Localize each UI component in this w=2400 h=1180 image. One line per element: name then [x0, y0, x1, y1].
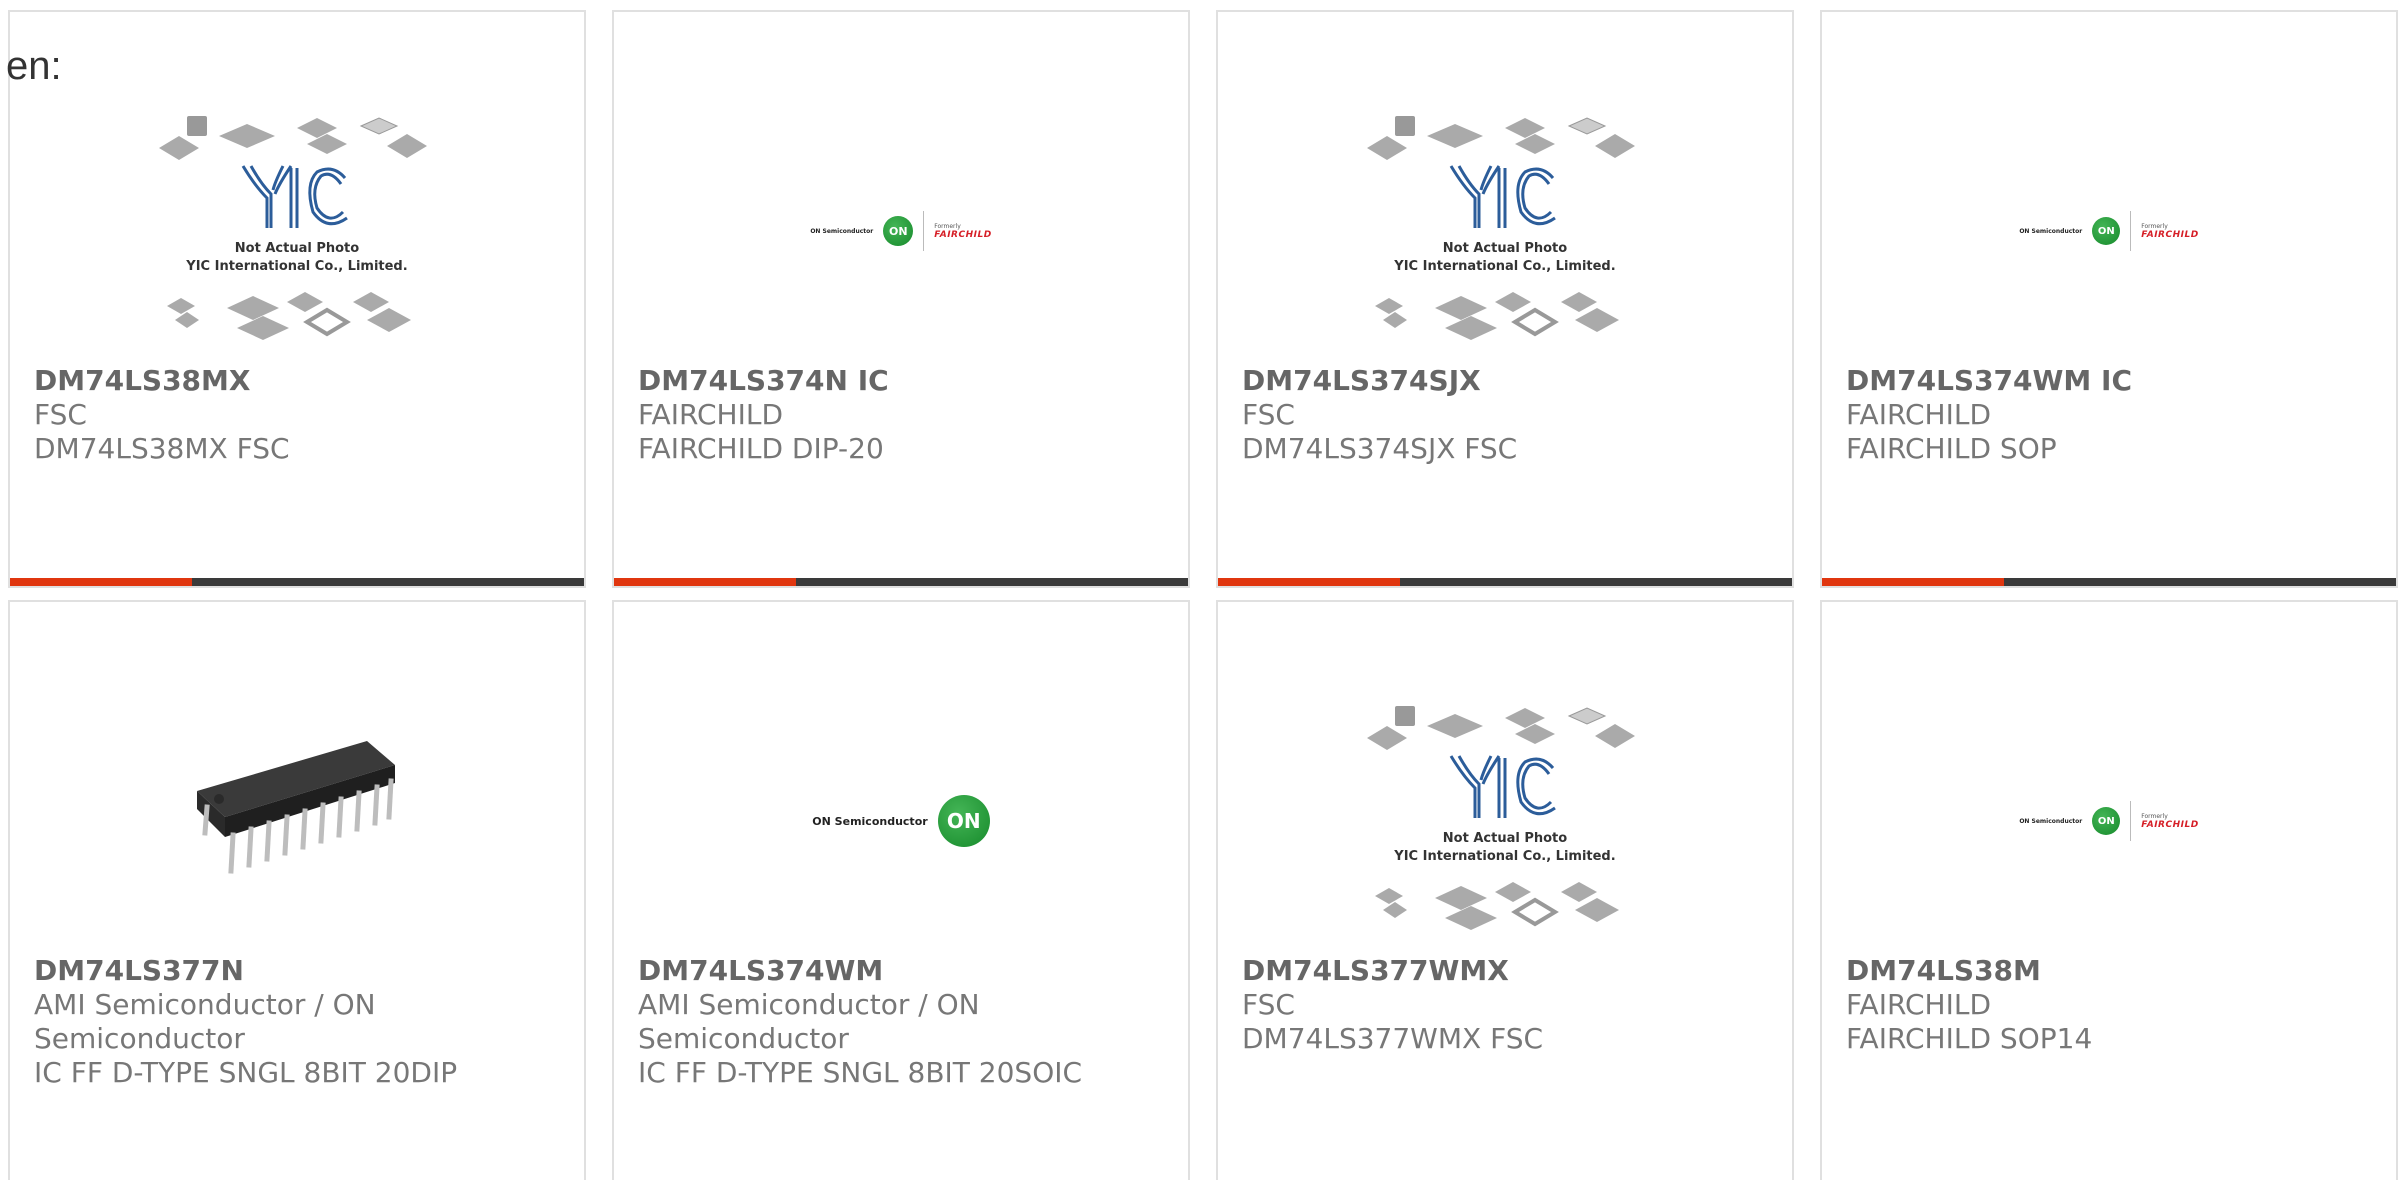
product-info: DM74LS374N IC FAIRCHILD FAIRCHILD DIP-20 [638, 364, 1164, 466]
part-number-link[interactable]: DM74LS374N IC [638, 364, 1164, 398]
product-info: DM74LS38M FAIRCHILD FAIRCHILD SOP14 [1846, 954, 2372, 1056]
manufacturer: FSC [34, 398, 87, 431]
on-semiconductor-logo: ON Semiconductor ON [812, 795, 990, 847]
description: FAIRCHILD DIP-20 [638, 432, 884, 465]
yic-placeholder-image: Not Actual Photo YIC International Co., … [1367, 706, 1635, 930]
product-card[interactable]: ON Semiconductor ON Formerly FAIRCHILD D… [1820, 600, 2398, 1180]
language-label: en: [6, 44, 62, 88]
product-image[interactable] [10, 690, 584, 952]
placeholder-line1: Not Actual Photo [235, 241, 359, 256]
fairchild-logo: FAIRCHILD [2141, 819, 2199, 830]
yic-placeholder-image: Not Actual Photo YIC International Co., … [159, 116, 427, 340]
card-accent-bar [1822, 578, 2396, 586]
part-number-link[interactable]: DM74LS377WMX [1242, 954, 1768, 988]
product-image[interactable]: ON Semiconductor ON Formerly FAIRCHILD [1822, 690, 2396, 952]
product-image[interactable]: Not Actual Photo YIC International Co., … [10, 100, 584, 362]
description: DM74LS377WMX FSC [1242, 1022, 1544, 1055]
part-number-link[interactable]: DM74LS374WM IC [1846, 364, 2372, 398]
product-card[interactable]: Not Actual Photo YIC International Co., … [1216, 600, 1794, 1180]
on-fairchild-logo: ON Semiconductor ON Formerly FAIRCHILD [810, 211, 991, 251]
placeholder-line2: YIC International Co., Limited. [1393, 259, 1615, 274]
dip-chip-photo [197, 741, 395, 874]
product-card[interactable]: ON Semiconductor ON Formerly FAIRCHILD D… [1820, 10, 2398, 588]
on-logo-circle: ON [883, 216, 914, 246]
product-info: DM74LS377N AMI Semiconductor / ON Semico… [34, 954, 560, 1090]
placeholder-line2: YIC International Co., Limited. [185, 259, 407, 274]
product-card[interactable]: Not Actual Photo YIC International Co., … [8, 10, 586, 588]
product-image[interactable]: ON Semiconductor ON [614, 690, 1188, 952]
description: IC FF D-TYPE SNGL 8BIT 20SOIC [638, 1056, 1083, 1089]
product-image[interactable]: Not Actual Photo YIC International Co., … [1218, 690, 1792, 952]
description: FAIRCHILD SOP14 [1846, 1022, 2093, 1055]
card-accent-bar [614, 578, 1188, 586]
manufacturer: FSC [1242, 398, 1295, 431]
placeholder-line1: Not Actual Photo [1443, 831, 1567, 846]
product-image[interactable]: ON Semiconductor ON Formerly FAIRCHILD [1822, 100, 2396, 362]
on-fairchild-logo: ON Semiconductor ON Formerly FAIRCHILD [2019, 801, 2198, 841]
on-logo-circle: ON [2092, 807, 2121, 835]
card-accent-bar [10, 578, 584, 586]
fairchild-logo: FAIRCHILD [2141, 229, 2199, 240]
product-info: DM74LS38MX FSC DM74LS38MX FSC [34, 364, 560, 466]
placeholder-line2: YIC International Co., Limited. [1393, 849, 1615, 864]
product-image[interactable]: ON Semiconductor ON Formerly FAIRCHILD [614, 100, 1188, 362]
manufacturer: FAIRCHILD [638, 398, 784, 431]
part-number-link[interactable]: DM74LS38M [1846, 954, 2372, 988]
product-info: DM74LS377WMX FSC DM74LS377WMX FSC [1242, 954, 1768, 1056]
product-grid: Not Actual Photo YIC International Co., … [0, 0, 2400, 1180]
description: DM74LS374SJX FSC [1242, 432, 1518, 465]
manufacturer: AMI Semiconductor / ON Semiconductor [638, 988, 980, 1055]
manufacturer: AMI Semiconductor / ON Semiconductor [34, 988, 376, 1055]
description: FAIRCHILD SOP [1846, 432, 2057, 465]
description: IC FF D-TYPE SNGL 8BIT 20DIP [34, 1056, 458, 1089]
part-number-link[interactable]: DM74LS377N [34, 954, 560, 988]
product-card[interactable]: DM74LS377N AMI Semiconductor / ON Semico… [8, 600, 586, 1180]
part-number-link[interactable]: DM74LS374SJX [1242, 364, 1768, 398]
on-fairchild-logo: ON Semiconductor ON Formerly FAIRCHILD [2019, 211, 2198, 251]
manufacturer: FAIRCHILD [1846, 398, 1992, 431]
product-info: DM74LS374WM IC FAIRCHILD FAIRCHILD SOP [1846, 364, 2372, 466]
product-info: DM74LS374WM AMI Semiconductor / ON Semic… [638, 954, 1164, 1090]
product-card[interactable]: ON Semiconductor ON DM74LS374WM AMI Semi… [612, 600, 1190, 1180]
manufacturer: FAIRCHILD [1846, 988, 1992, 1021]
part-number-link[interactable]: DM74LS38MX [34, 364, 560, 398]
product-info: DM74LS374SJX FSC DM74LS374SJX FSC [1242, 364, 1768, 466]
manufacturer: FSC [1242, 988, 1295, 1021]
on-logo-circle: ON [937, 795, 990, 847]
fairchild-logo: FAIRCHILD [934, 229, 992, 240]
yic-placeholder-image: Not Actual Photo YIC International Co., … [1367, 116, 1635, 340]
product-image[interactable]: Not Actual Photo YIC International Co., … [1218, 100, 1792, 362]
description: DM74LS38MX FSC [34, 432, 290, 465]
part-number-link[interactable]: DM74LS374WM [638, 954, 1164, 988]
card-accent-bar [1218, 578, 1792, 586]
product-card[interactable]: ON Semiconductor ON Formerly FAIRCHILD D… [612, 10, 1190, 588]
placeholder-line1: Not Actual Photo [1443, 241, 1567, 256]
product-card[interactable]: Not Actual Photo YIC International Co., … [1216, 10, 1794, 588]
on-logo-circle: ON [2092, 217, 2121, 245]
